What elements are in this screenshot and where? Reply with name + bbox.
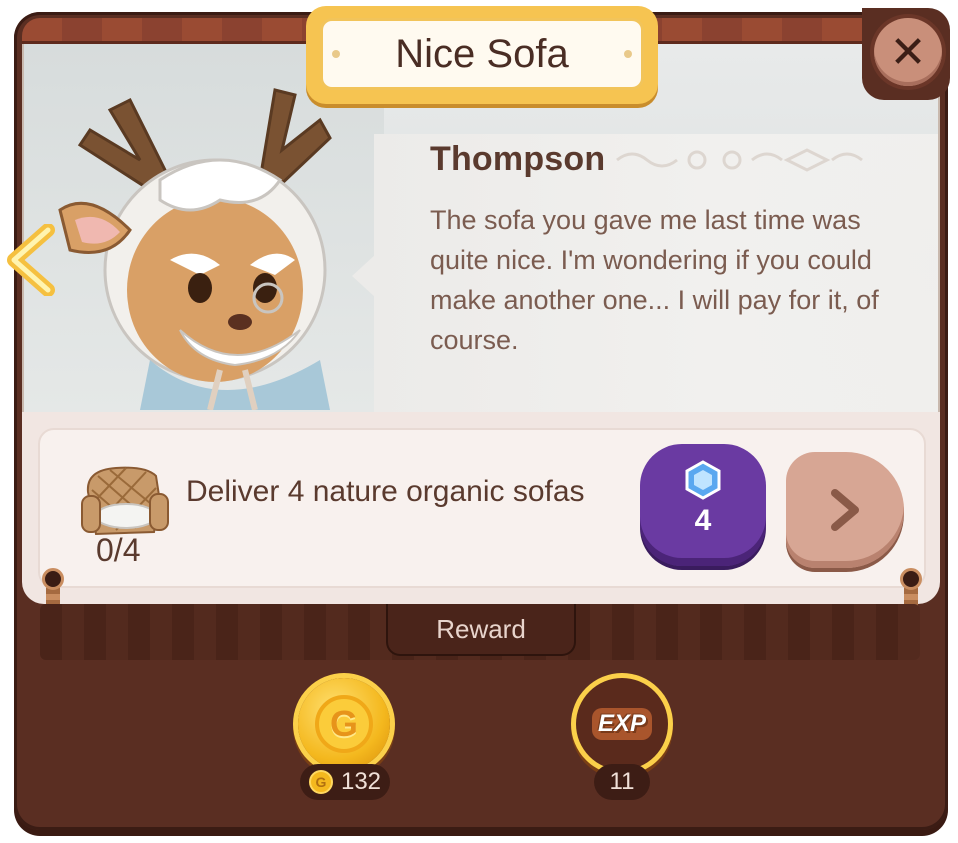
task-description: Deliver 4 nature organic sofas [186, 475, 585, 508]
title-dot [332, 50, 340, 58]
speaker-name: Thompson [430, 140, 606, 178]
exp-amount: 11 [609, 768, 635, 795]
dialog-text: The sofa you gave me last time was quite… [430, 205, 879, 355]
chevron-right-icon [831, 489, 859, 531]
quest-title: Nice Sofa [395, 31, 569, 76]
ornament-decoration [616, 148, 863, 172]
close-icon[interactable]: ✕ [874, 18, 942, 86]
title-inner: Nice Sofa [320, 18, 644, 90]
gold-reward-pill: G 132 [300, 764, 390, 800]
task-progress: 0/4 [96, 532, 141, 568]
exp-icon: EXP [576, 678, 668, 770]
exp-reward-pill: 11 [594, 764, 650, 800]
gold-coin-icon: G [298, 678, 390, 770]
gold-amount: 132 [340, 768, 382, 795]
deer-character-portrait [58, 88, 332, 410]
reward-label: Reward [386, 604, 576, 656]
gem-cost: 4 [694, 504, 712, 537]
close-button[interactable]: ✕ [862, 8, 950, 100]
rope-knob-left [42, 568, 64, 590]
gem-complete-button[interactable]: 4 [640, 444, 766, 566]
exp-glyph: EXP [591, 708, 653, 740]
rope-knob-right [900, 568, 922, 590]
next-button[interactable] [786, 452, 904, 568]
back-arrow-icon[interactable] [6, 224, 58, 296]
title-plate: Nice Sofa [306, 6, 658, 104]
coin-g-glyph: G [315, 695, 373, 753]
title-dot [624, 50, 632, 58]
gem-icon [685, 460, 721, 500]
mini-coin-icon: G [308, 770, 333, 794]
speech-pointer [352, 254, 376, 298]
